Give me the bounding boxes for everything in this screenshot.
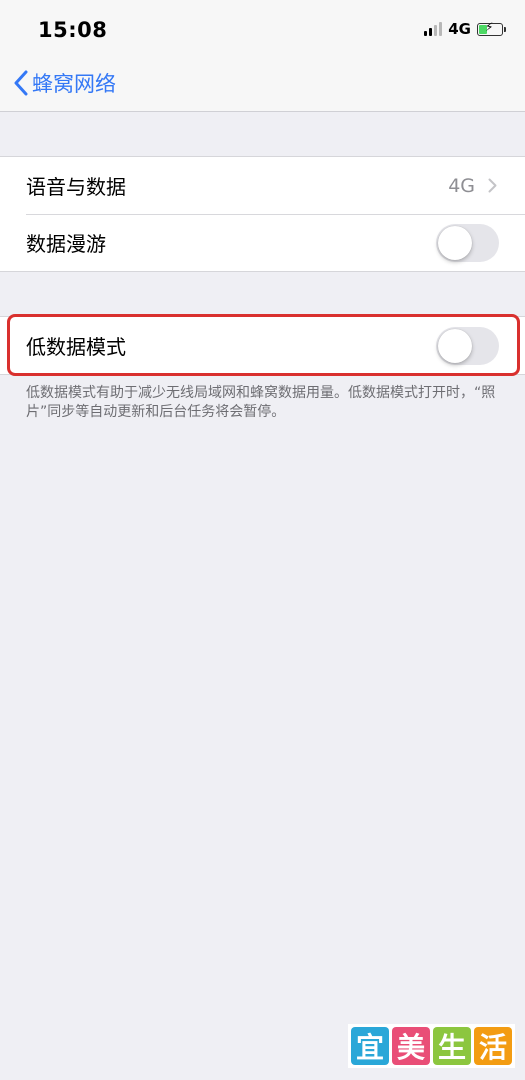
status-indicators: 4G ⚡ (424, 19, 506, 38)
status-bar: 15:08 4G ⚡ (0, 0, 525, 58)
settings-group-low-data: 低数据模式 (0, 316, 525, 375)
chevron-left-icon (14, 70, 28, 96)
network-type-label: 4G (448, 20, 471, 38)
toggle-knob (438, 328, 472, 363)
status-time: 15:08 (38, 18, 108, 42)
watermark-char: 美 (392, 1027, 430, 1065)
watermark-logo: 宜 美 生 活 (348, 1024, 515, 1068)
cellular-signal-icon (424, 22, 443, 36)
low-data-mode-description: 低数据模式有助于减少无线局域网和蜂窝数据用量。低数据模式打开时，“照片”同步等自… (26, 385, 496, 420)
data-roaming-row: 数据漫游 (0, 214, 525, 271)
battery-charging-icon: ⚡ (477, 19, 506, 36)
low-data-mode-toggle[interactable] (436, 326, 499, 365)
voice-and-data-label: 语音与数据 (26, 175, 126, 199)
data-roaming-toggle[interactable] (436, 223, 499, 262)
voice-and-data-row[interactable]: 语音与数据 4G (0, 157, 525, 214)
data-roaming-label: 数据漫游 (26, 232, 106, 256)
low-data-mode-label: 低数据模式 (26, 335, 126, 359)
charging-bolt-icon: ⚡ (485, 19, 494, 34)
watermark-char: 宜 (351, 1027, 389, 1065)
watermark-char: 生 (433, 1027, 471, 1065)
settings-group-cellular: 语音与数据 4G 数据漫游 (0, 156, 525, 272)
chevron-right-icon (488, 178, 497, 193)
voice-and-data-value: 4G (448, 174, 475, 197)
toggle-knob (438, 225, 472, 260)
back-button[interactable]: 蜂窝网络 (14, 68, 116, 98)
watermark-char: 活 (474, 1027, 512, 1065)
low-data-mode-row: 低数据模式 (0, 317, 525, 374)
navigation-bar: 蜂窝网络 (0, 58, 525, 112)
back-label: 蜂窝网络 (32, 72, 116, 96)
